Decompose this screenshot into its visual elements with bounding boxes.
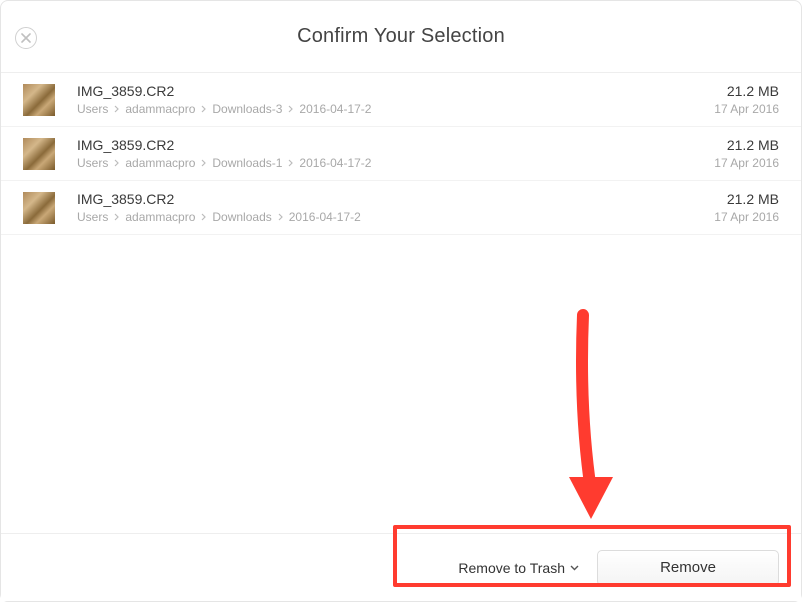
- chevron-right-icon: [114, 105, 119, 113]
- file-row[interactable]: IMG_3859.CR2 Users adammacpro Downloads …: [1, 181, 801, 235]
- chevron-right-icon: [278, 213, 283, 221]
- chevron-down-icon: [570, 565, 579, 571]
- path-segment: Downloads-3: [212, 102, 282, 116]
- file-size: 21.2 MB: [714, 191, 779, 207]
- chevron-right-icon: [201, 105, 206, 113]
- dropdown-label: Remove to Trash: [458, 560, 565, 576]
- file-thumbnail: [23, 192, 55, 224]
- file-meta: 21.2 MB 17 Apr 2016: [714, 83, 779, 116]
- chevron-right-icon: [288, 105, 293, 113]
- path-segment: 2016-04-17-2: [289, 210, 361, 224]
- dialog-header: Confirm Your Selection: [1, 1, 801, 73]
- file-info: IMG_3859.CR2 Users adammacpro Downloads-…: [77, 137, 714, 170]
- file-date: 17 Apr 2016: [714, 156, 779, 170]
- file-name: IMG_3859.CR2: [77, 83, 714, 99]
- path-segment: Users: [77, 210, 108, 224]
- chevron-right-icon: [114, 213, 119, 221]
- dialog-title: Confirm Your Selection: [297, 25, 505, 48]
- file-path: Users adammacpro Downloads-3 2016-04-17-…: [77, 102, 714, 116]
- path-segment: adammacpro: [125, 102, 195, 116]
- chevron-right-icon: [288, 159, 293, 167]
- path-segment: Downloads: [212, 210, 271, 224]
- chevron-right-icon: [201, 159, 206, 167]
- file-info: IMG_3859.CR2 Users adammacpro Downloads …: [77, 191, 714, 224]
- file-meta: 21.2 MB 17 Apr 2016: [714, 137, 779, 170]
- annotation-arrow-icon: [561, 309, 621, 529]
- file-date: 17 Apr 2016: [714, 210, 779, 224]
- file-date: 17 Apr 2016: [714, 102, 779, 116]
- chevron-right-icon: [201, 213, 206, 221]
- path-segment: 2016-04-17-2: [299, 156, 371, 170]
- close-button[interactable]: [15, 27, 37, 49]
- remove-button[interactable]: Remove: [597, 550, 779, 586]
- path-segment: adammacpro: [125, 210, 195, 224]
- dialog-footer: Remove to Trash Remove: [1, 533, 801, 601]
- path-segment: Users: [77, 156, 108, 170]
- file-meta: 21.2 MB 17 Apr 2016: [714, 191, 779, 224]
- file-path: Users adammacpro Downloads-1 2016-04-17-…: [77, 156, 714, 170]
- file-path: Users adammacpro Downloads 2016-04-17-2: [77, 210, 714, 224]
- file-info: IMG_3859.CR2 Users adammacpro Downloads-…: [77, 83, 714, 116]
- chevron-right-icon: [114, 159, 119, 167]
- path-segment: Users: [77, 102, 108, 116]
- path-segment: Downloads-1: [212, 156, 282, 170]
- path-segment: adammacpro: [125, 156, 195, 170]
- file-row[interactable]: IMG_3859.CR2 Users adammacpro Downloads-…: [1, 127, 801, 181]
- remove-mode-dropdown[interactable]: Remove to Trash: [458, 560, 579, 576]
- file-size: 21.2 MB: [714, 137, 779, 153]
- file-thumbnail: [23, 84, 55, 116]
- file-name: IMG_3859.CR2: [77, 191, 714, 207]
- file-list: IMG_3859.CR2 Users adammacpro Downloads-…: [1, 73, 801, 235]
- file-name: IMG_3859.CR2: [77, 137, 714, 153]
- file-row[interactable]: IMG_3859.CR2 Users adammacpro Downloads-…: [1, 73, 801, 127]
- file-thumbnail: [23, 138, 55, 170]
- file-size: 21.2 MB: [714, 83, 779, 99]
- path-segment: 2016-04-17-2: [299, 102, 371, 116]
- close-icon: [21, 33, 31, 43]
